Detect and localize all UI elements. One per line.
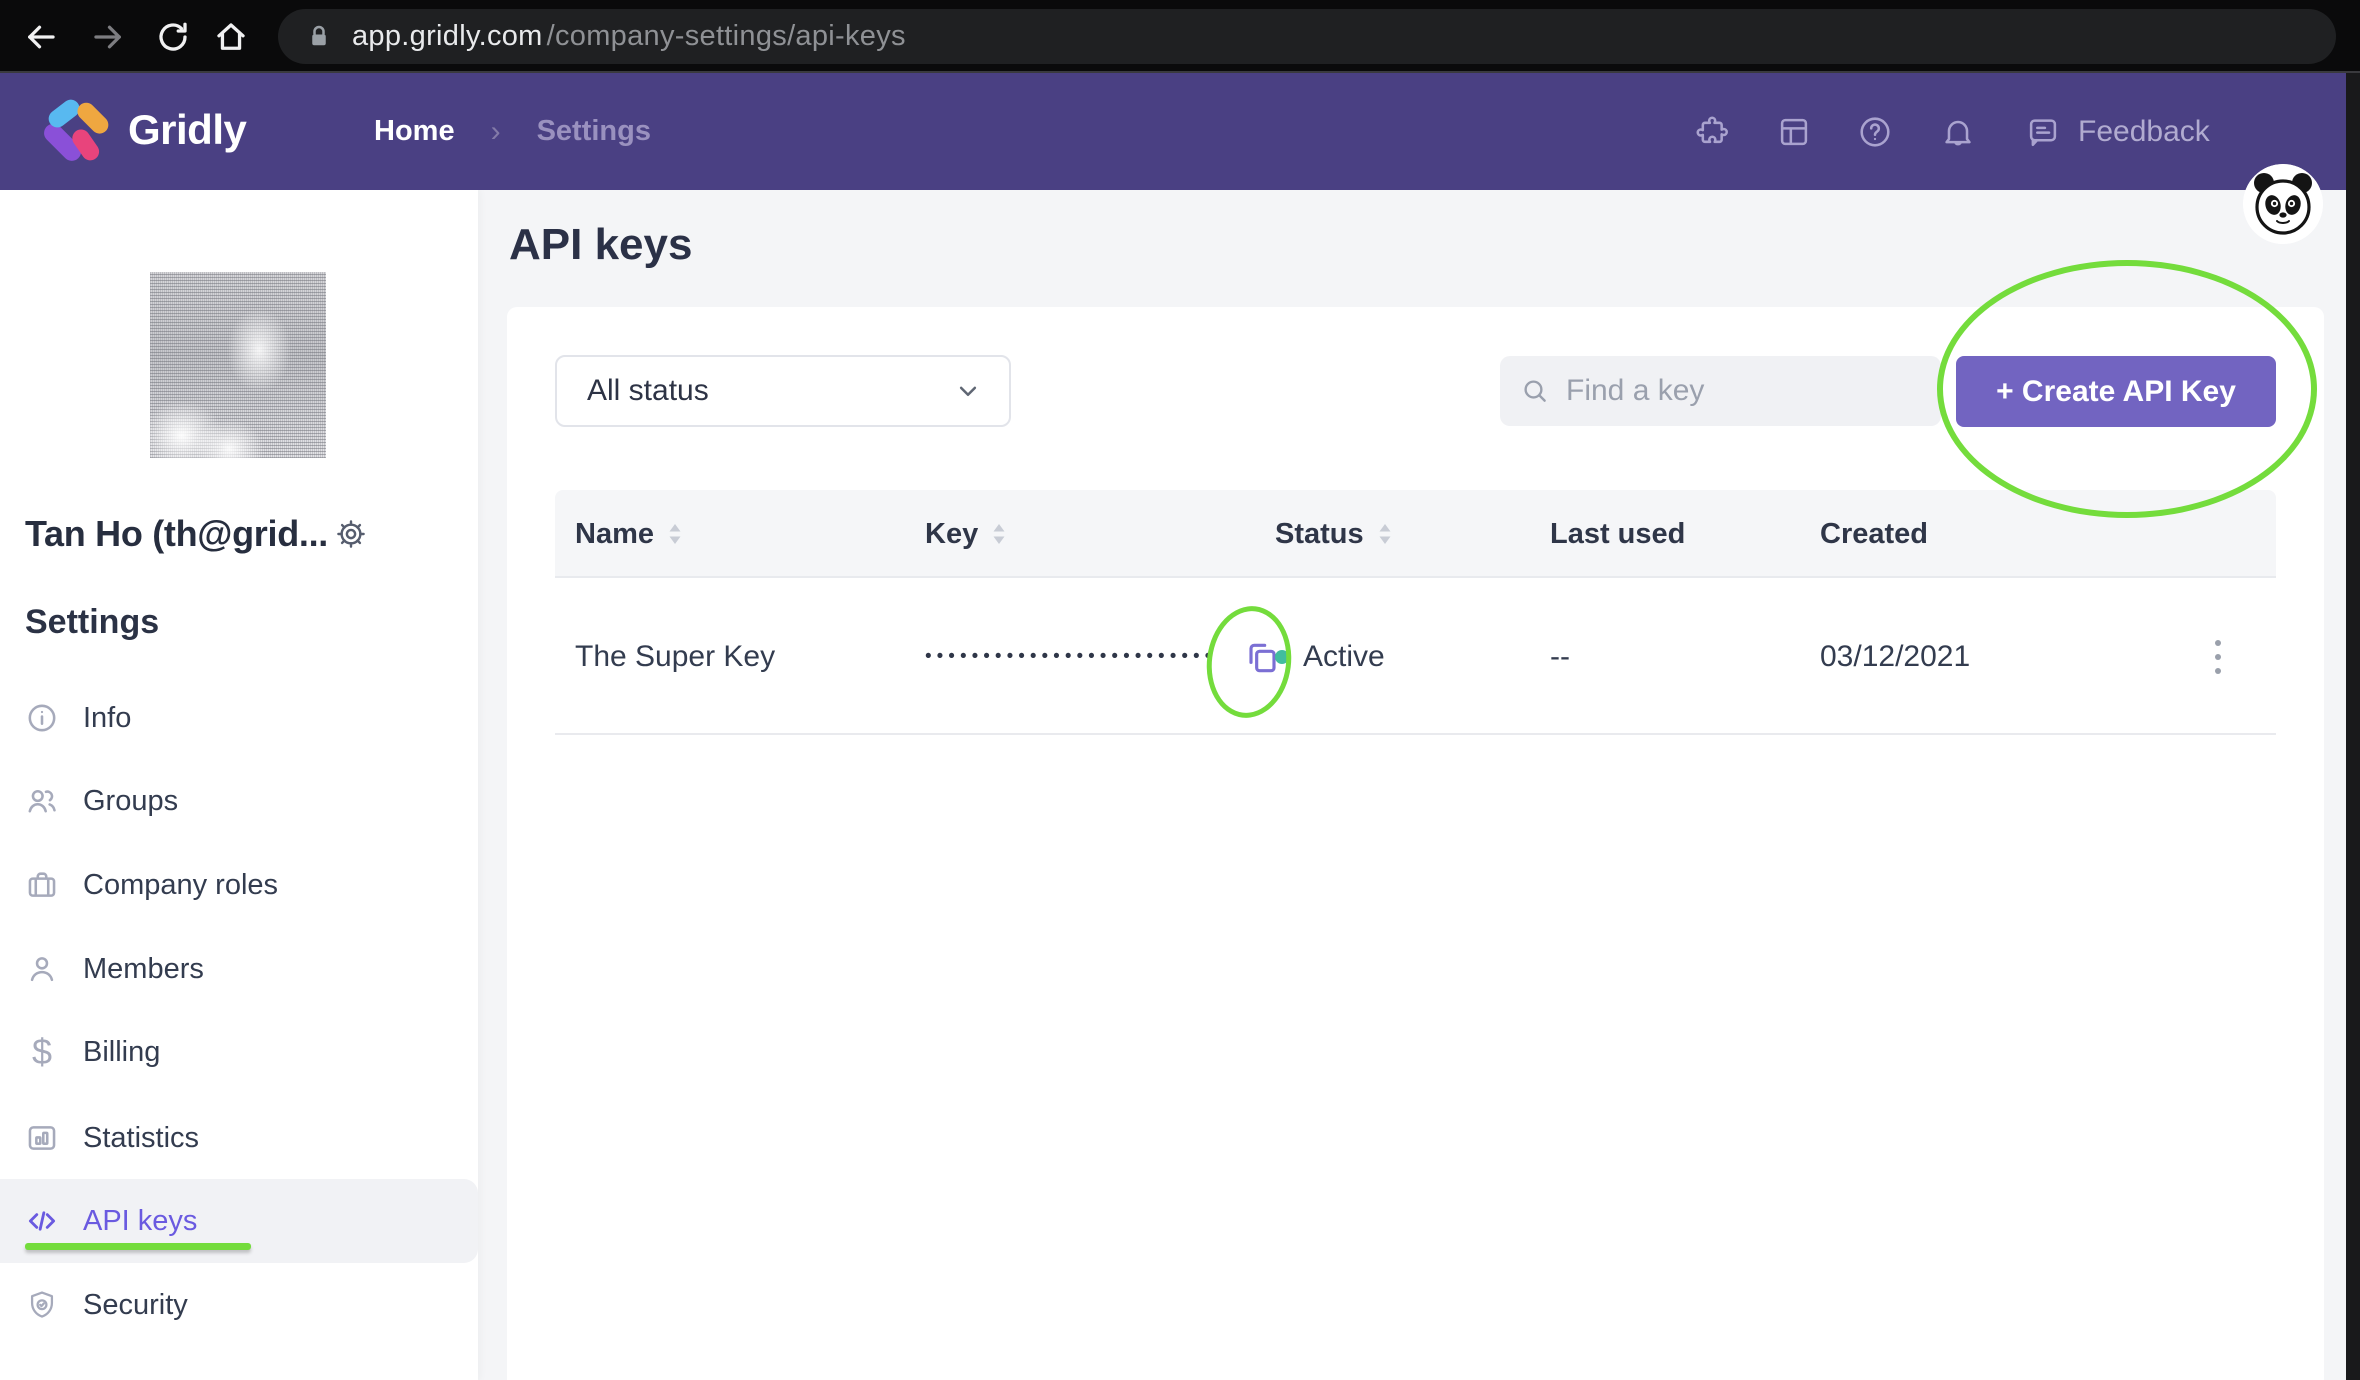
layout-panel-icon[interactable] [1775, 73, 1813, 190]
gridly-logo[interactable]: Gridly [42, 97, 246, 163]
annotation-underline [25, 1243, 251, 1250]
sort-icon [668, 522, 682, 546]
search-box [1500, 356, 1941, 426]
browser-toolbar: app.gridly.com /company-settings/api-key… [0, 0, 2360, 73]
status-label: Active [1303, 640, 1385, 674]
help-icon[interactable] [1856, 73, 1894, 190]
sidebar-item-billing[interactable]: $ Billing [0, 1010, 478, 1094]
breadcrumb-settings[interactable]: Settings [537, 115, 651, 148]
column-header-status[interactable]: Status [1275, 490, 1392, 578]
sidebar-item-groups[interactable]: Groups [0, 759, 478, 843]
chevron-down-icon [953, 376, 983, 406]
breadcrumb-home[interactable]: Home [374, 115, 455, 148]
app-header: Gridly Home › Settings Feedback [0, 73, 2346, 190]
shield-check-icon [25, 1288, 59, 1322]
dollar-icon: $ [25, 1031, 59, 1073]
column-header-last-used: Last used [1550, 490, 1685, 578]
column-label: Key [925, 518, 978, 551]
user-icon [25, 952, 59, 986]
notifications-bell-icon[interactable] [1939, 73, 1977, 190]
info-icon [25, 701, 59, 735]
screen: app.gridly.com /company-settings/api-key… [0, 0, 2360, 1380]
url-bar[interactable]: app.gridly.com /company-settings/api-key… [278, 9, 2336, 64]
status-active-dot [1275, 650, 1289, 664]
sidebar-item-label: Groups [83, 785, 178, 818]
gear-icon[interactable] [334, 517, 368, 551]
cell-status: Active [1275, 578, 1385, 735]
code-icon [25, 1204, 59, 1238]
sidebar-section-title: Settings [25, 603, 159, 642]
integrations-puzzle-icon[interactable] [1693, 73, 1731, 190]
account-row: Tan Ho (th@grid... [25, 513, 455, 555]
column-label: Name [575, 518, 654, 551]
sidebar-item-statistics[interactable]: Statistics [0, 1096, 478, 1180]
home-icon[interactable] [212, 18, 250, 56]
sidebar-item-api-keys[interactable]: API keys [0, 1179, 478, 1263]
url-path: /company-settings/api-keys [547, 20, 906, 53]
panda-avatar-icon [2243, 164, 2323, 244]
reload-icon[interactable] [154, 18, 192, 56]
masked-key: ••••••••••••••••••••••••• [925, 646, 1216, 668]
breadcrumb: Home › Settings [374, 73, 651, 190]
row-menu-kebab-icon[interactable] [2205, 630, 2231, 684]
sidebar-item-label: Members [83, 953, 204, 986]
page-title: API keys [509, 220, 692, 270]
lock-icon [304, 22, 334, 52]
cell-key-value: ••••••••••••••••••••••••• [925, 578, 1282, 735]
search-icon [1520, 376, 1550, 406]
create-api-key-button[interactable]: + Create API Key [1956, 356, 2276, 427]
column-header-name[interactable]: Name [575, 490, 682, 578]
column-label: Created [1820, 518, 1928, 551]
search-input[interactable] [1566, 374, 1896, 408]
sort-icon [992, 522, 1006, 546]
cell-actions [2205, 578, 2231, 735]
users-icon [25, 784, 59, 818]
sidebar-item-label: Statistics [83, 1122, 199, 1155]
url-domain: app.gridly.com [352, 20, 543, 53]
briefcase-icon [25, 868, 59, 902]
column-label: Last used [1550, 518, 1685, 551]
table-header: Name Key Status Last used [555, 490, 2276, 578]
cell-key-name: The Super Key [575, 578, 775, 735]
feedback-button[interactable]: Feedback [2024, 73, 2210, 190]
company-avatar-image [150, 272, 326, 458]
sidebar-item-label: Security [83, 1289, 188, 1322]
table-row: The Super Key ••••••••••••••••••••••••• … [555, 578, 2276, 735]
cell-created: 03/12/2021 [1820, 578, 1970, 735]
sort-icon [1378, 522, 1392, 546]
breadcrumb-separator-icon: › [491, 115, 501, 149]
main-content: API keys All status + Create API Key Nam… [478, 190, 2346, 1380]
status-filter-value: All status [587, 374, 709, 408]
browser-scrollbar[interactable] [2346, 73, 2360, 1380]
column-label: Status [1275, 518, 1364, 551]
back-icon[interactable] [22, 18, 60, 56]
gridly-logo-icon [42, 97, 114, 163]
feedback-label: Feedback [2078, 115, 2210, 149]
user-avatar[interactable] [2243, 164, 2323, 244]
brand-name: Gridly [128, 106, 246, 154]
forward-icon[interactable] [89, 18, 127, 56]
account-name: Tan Ho (th@grid... [25, 513, 328, 555]
column-header-key[interactable]: Key [925, 490, 1006, 578]
sidebar-item-label: Company roles [83, 869, 278, 902]
api-keys-panel: All status + Create API Key Name Key [507, 307, 2324, 1380]
sidebar-item-company-roles[interactable]: Company roles [0, 843, 478, 927]
sidebar-item-info[interactable]: Info [0, 676, 478, 760]
status-filter-select[interactable]: All status [555, 355, 1011, 427]
feedback-chat-icon [2024, 113, 2062, 151]
bar-chart-icon [25, 1121, 59, 1155]
sidebar: Tan Ho (th@grid... Settings Info Groups … [0, 190, 478, 1380]
sidebar-item-label: API keys [83, 1205, 197, 1238]
sidebar-item-members[interactable]: Members [0, 927, 478, 1011]
api-keys-table: Name Key Status Last used [555, 490, 2276, 735]
sidebar-item-label: Info [83, 702, 131, 735]
cell-last-used: -- [1550, 578, 1570, 735]
sidebar-item-label: Billing [83, 1036, 160, 1069]
sidebar-item-security[interactable]: Security [0, 1263, 478, 1347]
column-header-created: Created [1820, 490, 1928, 578]
